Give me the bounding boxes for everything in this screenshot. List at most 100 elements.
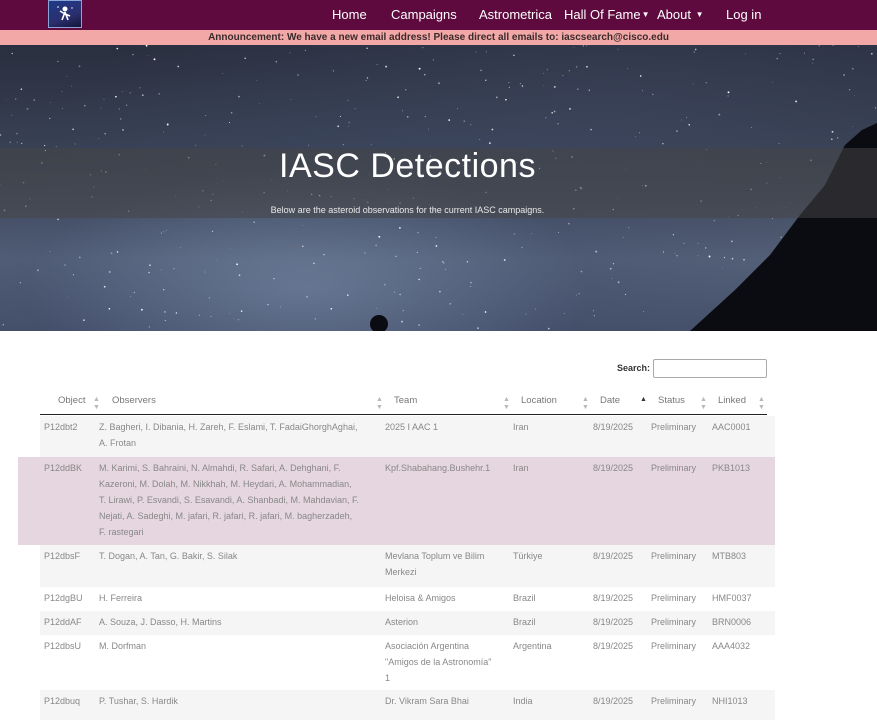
- cell-status: Preliminary: [651, 548, 713, 564]
- cell-line: Türkiye: [513, 551, 543, 561]
- sort-icon[interactable]: ▲ ▼: [700, 396, 707, 412]
- cell-object: P12dbt2: [44, 419, 99, 435]
- cell-date: 8/19/2025: [593, 548, 648, 564]
- nav-hall-of-fame[interactable]: Hall Of Fame▼: [564, 7, 650, 23]
- cell-line: F. rastegari: [99, 527, 144, 537]
- sort-icon[interactable]: ▲ ▼: [93, 396, 100, 412]
- caret-down-icon: ▼: [695, 10, 704, 19]
- cell-linked: NHI1013: [712, 693, 772, 709]
- nav-campaigns[interactable]: Campaigns: [391, 7, 457, 23]
- cell-line: Brazil: [513, 593, 536, 603]
- search-input[interactable]: [653, 359, 767, 378]
- table-row: P12dbsF T. Dogan, A. Tan, G. Bakir, S. Si…: [40, 545, 775, 587]
- table-row: P12ddAF A. Souza, J. Dasso, H. Martins Ast…: [40, 611, 775, 635]
- cell-line: P12dbuq: [44, 696, 81, 706]
- cell-team: Asterion: [385, 614, 510, 630]
- cell-line: HMF0037: [712, 593, 752, 603]
- nav-about[interactable]: About ▼: [657, 7, 704, 23]
- cell-observers: P. Tushar, S. Hardik: [99, 693, 384, 709]
- table-row: P12dbsU M. Dorfman Asociación Argentina "Am…: [40, 635, 775, 690]
- cell-line: 8/19/2025: [593, 422, 634, 432]
- cell-line: Nejati, A. Sadeghi, M. jafari, R. jafari…: [99, 511, 353, 521]
- nav-astrometrica[interactable]: Astrometrica: [479, 7, 552, 23]
- page-subtitle: Below are the asteroid observations for …: [270, 205, 545, 215]
- navbar: Home Campaigns Astrometrica Hall Of Fame…: [0, 0, 877, 30]
- column-header-status[interactable]: Status: [658, 395, 685, 406]
- cell-line: Preliminary: [651, 641, 697, 651]
- cell-line: AAC0001: [712, 422, 751, 432]
- column-header-location[interactable]: Location: [521, 395, 557, 406]
- cell-linked: HMF0037: [712, 590, 772, 606]
- cell-status: Preliminary: [651, 638, 713, 654]
- cell-line: T. Dogan, A. Tan, G. Bakir, S. Silak: [99, 551, 238, 561]
- cell-line: 8/19/2025: [593, 463, 634, 473]
- cell-line: P12dbsU: [44, 641, 82, 651]
- observer-telescope-icon: [57, 6, 73, 21]
- cell-line: A. Frotan: [99, 438, 137, 448]
- cell-object: P12dbsU: [44, 638, 99, 654]
- column-header-observers[interactable]: Observers: [112, 395, 156, 406]
- cell-line: Z. Bagheri, I. Dibania, H. Zareh, F. Esl…: [99, 422, 358, 432]
- announcement-bar: Announcement: We have a new email addres…: [0, 30, 877, 45]
- sort-icon[interactable]: ▲ ▼: [758, 396, 765, 412]
- nav-about-label: About: [657, 7, 691, 22]
- cell-line: Iran: [513, 422, 529, 432]
- cell-date: 8/19/2025: [593, 460, 648, 476]
- sort-icon[interactable]: ▲ ▼: [582, 396, 589, 412]
- cell-date: 8/19/2025: [593, 693, 648, 709]
- cell-line: Merkezi: [385, 567, 417, 577]
- cell-team: Asociación Argentina "Amigos de la Astron…: [385, 638, 510, 686]
- cell-line: Argentina: [513, 641, 552, 651]
- column-header-linked[interactable]: Linked: [718, 395, 746, 406]
- cell-team: Dr. Vikram Sara Bhai: [385, 693, 510, 709]
- search-label: Search:: [617, 363, 651, 373]
- sort-icon[interactable]: ▲ ▼: [376, 396, 383, 412]
- cell-date: 8/19/2025: [593, 419, 648, 435]
- site-logo[interactable]: [48, 0, 82, 28]
- nav-hall-of-fame-label: Hall Of Fame: [564, 7, 641, 22]
- cell-status: Preliminary: [651, 460, 713, 476]
- cell-observers: M. Dorfman: [99, 638, 384, 654]
- cell-observers: M. Karimi, S. Bahraini, N. Almahdi, R. S…: [99, 460, 384, 540]
- cell-linked: MTB803: [712, 548, 772, 564]
- cell-line: India: [513, 696, 533, 706]
- cell-observers: Z. Bagheri, I. Dibania, H. Zareh, F. Esl…: [99, 419, 384, 451]
- cell-location: Argentina: [513, 638, 588, 654]
- cell-line: 8/19/2025: [593, 551, 634, 561]
- table-header: Object ▲ ▼ Observers ▲ ▼ Team ▲ ▼ Location …: [40, 392, 767, 415]
- cell-team: Kpf.Shabahang.Bushehr.1: [385, 460, 510, 476]
- nav-login[interactable]: Log in: [726, 7, 761, 23]
- cell-line: P12dbsF: [44, 551, 81, 561]
- cell-location: Iran: [513, 460, 588, 476]
- cell-status: Preliminary: [651, 590, 713, 606]
- cell-line: P12ddAF: [44, 617, 82, 627]
- cell-line: Iran: [513, 463, 529, 473]
- cell-observers: H. Ferreira: [99, 590, 384, 606]
- cell-date: 8/19/2025: [593, 638, 648, 654]
- cell-object: P12ddBK: [44, 460, 99, 476]
- cell-line: 8/19/2025: [593, 696, 634, 706]
- cell-location: Türkiye: [513, 548, 588, 564]
- cell-team: Heloisa & Amigos: [385, 590, 510, 606]
- cell-team: Mevlana Toplum ve Bilim Merkezi: [385, 548, 510, 580]
- cell-line: A. Souza, J. Dasso, H. Martins: [99, 617, 222, 627]
- cell-line: 8/19/2025: [593, 617, 634, 627]
- cell-date: 8/19/2025: [593, 590, 648, 606]
- cell-line: PKB1013: [712, 463, 751, 473]
- cell-line: M. Dorfman: [99, 641, 147, 651]
- sort-ascending-icon[interactable]: ▲: [640, 396, 647, 404]
- cell-line: 8/19/2025: [593, 593, 634, 603]
- sort-icon[interactable]: ▲ ▼: [503, 396, 510, 412]
- cell-line: P12ddBK: [44, 463, 83, 473]
- cell-status: Preliminary: [651, 614, 713, 630]
- nav-home[interactable]: Home: [332, 7, 367, 23]
- cell-linked: PKB1013: [712, 460, 772, 476]
- cell-object: P12ddAF: [44, 614, 99, 630]
- caret-down-icon: ▼: [641, 10, 650, 19]
- column-header-object[interactable]: Object: [58, 395, 85, 406]
- column-header-team[interactable]: Team: [394, 395, 417, 406]
- cell-line: Asterion: [385, 617, 419, 627]
- column-header-date[interactable]: Date: [600, 395, 620, 406]
- cell-line: T. Lirawi, P. Esvandi, S. Esavandi, A. S…: [99, 495, 359, 505]
- cell-line: BRN0006: [712, 617, 752, 627]
